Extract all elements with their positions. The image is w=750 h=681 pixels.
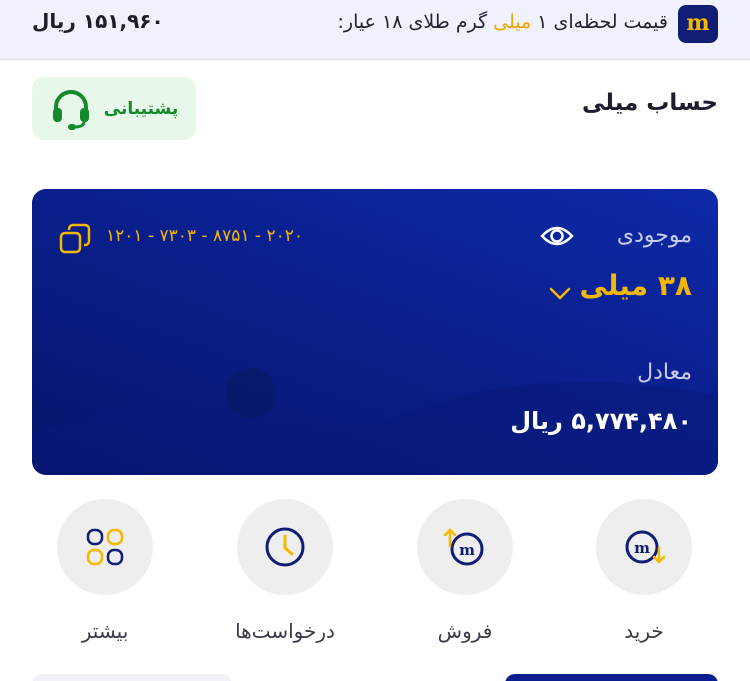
requests-label: درخواست‌ها	[235, 619, 335, 643]
bottom-card-right[interactable]	[505, 674, 718, 681]
logo-letter: m	[686, 9, 710, 36]
buy-button[interactable]: m خرید	[589, 499, 699, 643]
sell-label: فروش	[437, 619, 493, 643]
clock-icon	[265, 527, 305, 567]
price-label-highlight: میلی	[493, 11, 532, 33]
price-label-suffix: گرم طلای ۱۸ عیار:	[337, 11, 488, 33]
balance-value: ۳۸ میلی	[579, 269, 692, 302]
more-label: بیشتر	[81, 619, 129, 643]
headset-icon	[52, 89, 89, 130]
bottom-card-left[interactable]	[32, 674, 232, 681]
price-banner: m قیمت لحظه‌ای ۱ میلی گرم طلای ۱۸ عیار: …	[0, 0, 750, 60]
equivalent-value: ۵,۷۷۴,۴۸۰ ریال	[510, 407, 692, 435]
requests-icon-bubble	[237, 499, 333, 595]
price-value: ۱۵۱,۹۶۰ ریال	[32, 9, 164, 33]
eye-icon[interactable]	[540, 222, 574, 250]
requests-button[interactable]: درخواست‌ها	[230, 499, 340, 643]
equivalent-label: معادل	[637, 360, 692, 385]
card-circle-decoration	[226, 368, 276, 418]
buy-icon: m	[625, 530, 666, 564]
sell-icon-bubble: m	[417, 499, 513, 595]
page-title: حساب میلی	[581, 90, 718, 116]
buy-icon-bubble: m	[596, 499, 692, 595]
svg-text:m: m	[459, 541, 475, 559]
balance-label: موجودی	[616, 223, 692, 248]
more-icon-bubble	[57, 499, 153, 595]
price-label: قیمت لحظه‌ای ۱ میلی گرم طلای ۱۸ عیار:	[338, 11, 668, 33]
grid-icon	[86, 528, 124, 566]
sell-button[interactable]: m فروش	[410, 499, 520, 643]
app-logo: m	[678, 5, 718, 43]
buy-label: خرید	[624, 619, 664, 643]
sell-icon: m	[443, 528, 484, 566]
copy-icon[interactable]	[58, 222, 92, 256]
account-card: موجودی ۳۸ میلی ۲۰۲۰ - ۸۷۵۱ - ۷۳۰۳ - ۱۲۰۱…	[32, 189, 718, 475]
svg-text:m: m	[634, 539, 650, 557]
price-label-prefix: قیمت لحظه‌ای ۱	[537, 11, 668, 33]
support-button[interactable]: پشتیبانی	[32, 77, 196, 140]
account-number: ۲۰۲۰ - ۸۷۵۱ - ۷۳۰۳ - ۱۲۰۱	[106, 226, 303, 246]
chevron-down-icon[interactable]	[548, 285, 572, 301]
more-button[interactable]: بیشتر	[50, 499, 160, 643]
support-label: پشتیبانی	[103, 98, 179, 119]
